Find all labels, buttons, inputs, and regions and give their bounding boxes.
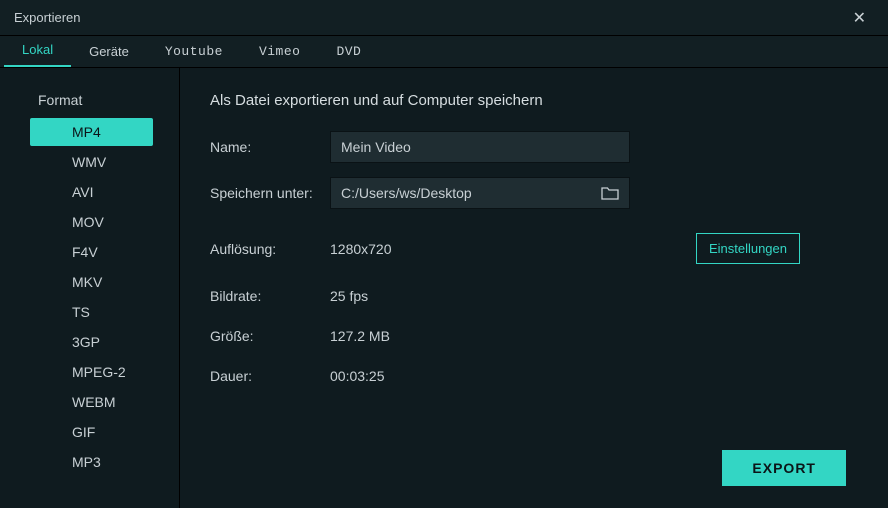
settings-button[interactable]: Einstellungen [696, 233, 800, 264]
format-item-mp3[interactable]: MP3 [30, 448, 153, 476]
format-item-mkv[interactable]: MKV [30, 268, 153, 296]
format-item-mpeg2[interactable]: MPEG-2 [30, 358, 153, 386]
duration-value: 00:03:25 [330, 368, 385, 384]
duration-row: Dauer: 00:03:25 [210, 368, 858, 384]
format-item-mp4[interactable]: MP4 [30, 118, 153, 146]
content-area: Format MP4 WMV AVI MOV F4V MKV TS 3GP MP… [0, 68, 888, 508]
format-item-mov[interactable]: MOV [30, 208, 153, 236]
format-item-ts[interactable]: TS [30, 298, 153, 326]
name-input[interactable] [330, 131, 630, 163]
format-item-avi[interactable]: AVI [30, 178, 153, 206]
tab-vimeo[interactable]: Vimeo [241, 38, 319, 67]
format-list: MP4 WMV AVI MOV F4V MKV TS 3GP MPEG-2 WE… [0, 118, 179, 476]
framerate-label: Bildrate: [210, 288, 330, 304]
name-label: Name: [210, 139, 330, 155]
tabs-bar: Lokal Geräte Youtube Vimeo DVD [0, 36, 888, 68]
resolution-value: 1280x720 [330, 241, 392, 257]
format-item-webm[interactable]: WEBM [30, 388, 153, 416]
format-item-gif[interactable]: GIF [30, 418, 153, 446]
format-item-f4v[interactable]: F4V [30, 238, 153, 266]
resolution-label: Auflösung: [210, 241, 330, 257]
size-label: Größe: [210, 328, 330, 344]
framerate-value: 25 fps [330, 288, 368, 304]
save-path-row: Speichern unter: C:/Users/ws/Desktop [210, 177, 858, 209]
framerate-row: Bildrate: 25 fps [210, 288, 858, 304]
format-item-3gp[interactable]: 3GP [30, 328, 153, 356]
window-title: Exportieren [14, 10, 80, 25]
resolution-row: Auflösung: 1280x720 Einstellungen [210, 233, 858, 264]
tab-lokal[interactable]: Lokal [4, 36, 71, 67]
sidebar-title: Format [0, 92, 179, 118]
save-path-label: Speichern unter: [210, 185, 330, 201]
size-row: Größe: 127.2 MB [210, 328, 858, 344]
export-button[interactable]: EXPORT [722, 450, 846, 486]
tab-youtube[interactable]: Youtube [147, 38, 241, 67]
name-row: Name: [210, 131, 858, 163]
format-item-wmv[interactable]: WMV [30, 148, 153, 176]
tab-dvd[interactable]: DVD [318, 38, 379, 67]
titlebar: Exportieren ✕ [0, 0, 888, 36]
main-panel: Als Datei exportieren und auf Computer s… [180, 68, 888, 508]
close-button[interactable]: ✕ [845, 4, 874, 32]
size-value: 127.2 MB [330, 328, 390, 344]
duration-label: Dauer: [210, 368, 330, 384]
folder-icon [601, 186, 619, 200]
save-path-box[interactable]: C:/Users/ws/Desktop [330, 177, 630, 209]
save-path-value: C:/Users/ws/Desktop [341, 185, 472, 201]
main-heading: Als Datei exportieren und auf Computer s… [210, 92, 858, 109]
tab-geraete[interactable]: Geräte [71, 38, 147, 67]
sidebar: Format MP4 WMV AVI MOV F4V MKV TS 3GP MP… [0, 68, 180, 508]
